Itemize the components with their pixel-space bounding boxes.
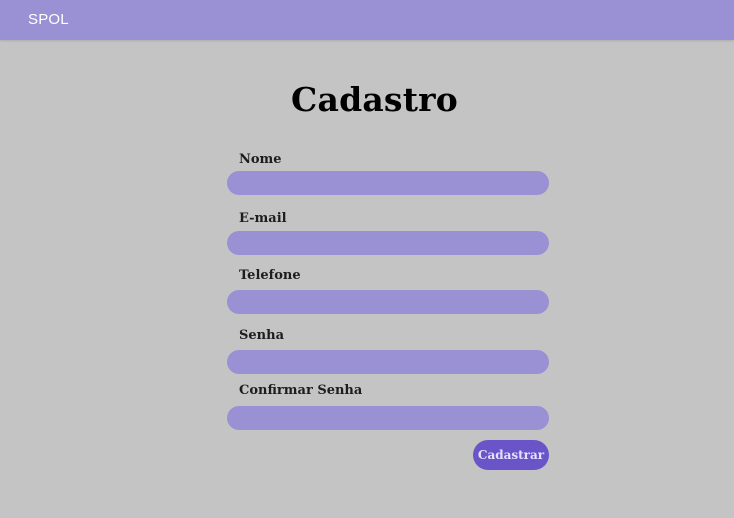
- password-label: Senha: [239, 328, 284, 343]
- phone-input[interactable]: [227, 290, 549, 314]
- register-button[interactable]: Cadastrar: [473, 440, 549, 470]
- name-input[interactable]: [227, 171, 549, 195]
- password-input[interactable]: [227, 350, 549, 374]
- confirm-password-label: Confirmar Senha: [239, 383, 363, 398]
- brand-name[interactable]: SPOL: [28, 11, 69, 28]
- name-label: Nome: [239, 152, 282, 167]
- confirm-password-input[interactable]: [227, 406, 549, 430]
- email-label: E-mail: [239, 211, 287, 226]
- phone-label: Telefone: [239, 268, 301, 283]
- page-title: Cadastro: [291, 80, 458, 119]
- top-bar: SPOL: [0, 0, 734, 40]
- email-input[interactable]: [227, 231, 549, 255]
